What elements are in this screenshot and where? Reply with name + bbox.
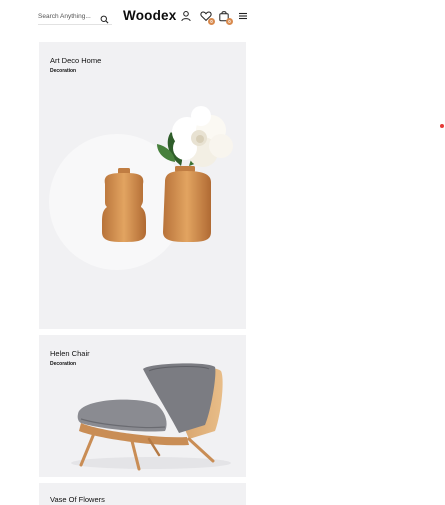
chair-product-image[interactable] <box>39 335 246 477</box>
wishlist-count-badge: 0 <box>208 18 215 25</box>
search-icon[interactable] <box>100 11 110 24</box>
cart-button[interactable]: 0 <box>218 10 233 25</box>
product-card[interactable]: Vase Of Flowers <box>39 483 246 505</box>
wishlist-button[interactable]: 0 <box>200 10 215 25</box>
red-dot-indicator <box>440 124 444 128</box>
search-input[interactable] <box>38 12 98 20</box>
brand-logo[interactable]: Woodex <box>123 8 176 23</box>
site-header: Woodex 0 0 <box>0 0 445 36</box>
hamburger-menu-icon <box>239 12 247 20</box>
product-card[interactable]: Helen Chair Decoration <box>39 335 246 477</box>
account-button[interactable] <box>180 10 192 22</box>
menu-button[interactable] <box>237 10 249 22</box>
product-card[interactable]: Art Deco Home Decoration <box>39 42 246 329</box>
product-title[interactable]: Vase Of Flowers <box>50 495 105 504</box>
vase-product-image[interactable] <box>39 42 246 329</box>
search-box[interactable] <box>38 8 112 25</box>
user-icon <box>181 11 191 22</box>
cart-count-badge: 0 <box>226 18 233 25</box>
